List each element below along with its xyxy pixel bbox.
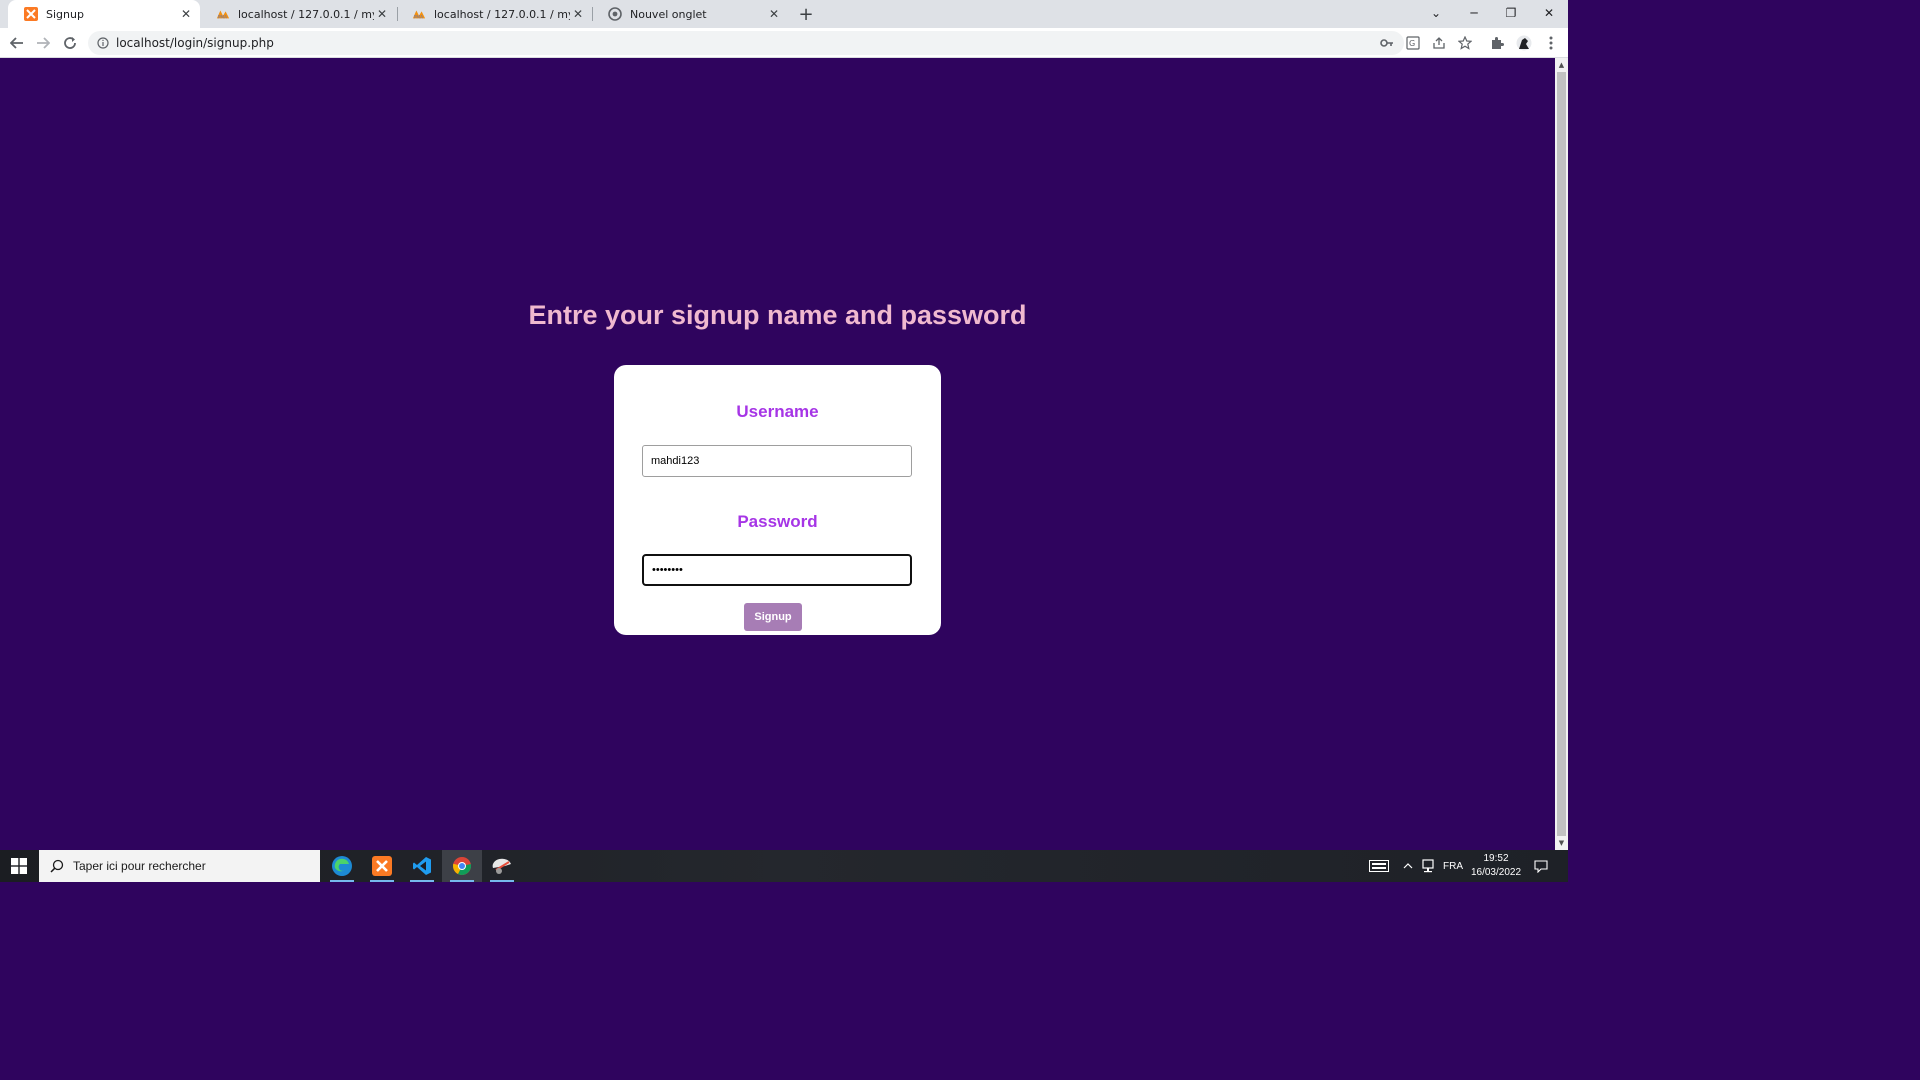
svg-text:PMA: PMA [414, 14, 423, 20]
tab-phpmyadmin-1[interactable]: PMA localhost / 127.0.0.1 / mydb / pin ✕ [200, 0, 396, 28]
notification-icon[interactable] [1530, 850, 1552, 882]
tab-title: localhost / 127.0.0.1 / mydb / pin [434, 7, 570, 21]
close-icon[interactable]: ✕ [178, 6, 194, 22]
svg-text:G: G [1409, 39, 1415, 48]
back-icon[interactable] [6, 32, 28, 54]
password-input[interactable]: •••••••• [642, 554, 912, 586]
taskbar-search[interactable]: Taper ici pour rechercher [39, 850, 320, 882]
profile-icon[interactable] [1514, 33, 1534, 53]
tab-signup[interactable]: Signup ✕ [8, 0, 200, 28]
username-label: Username [736, 402, 819, 421]
chrome-icon [608, 7, 622, 21]
clock-time: 19:52 [1483, 853, 1509, 864]
password-label: Password [737, 512, 818, 531]
browser-toolbar: localhost/login/signup.php G [0, 28, 1568, 58]
restore-button[interactable]: ❐ [1492, 0, 1530, 26]
scroll-down-arrow-icon[interactable]: ▼ [1557, 838, 1566, 848]
windows-taskbar: Taper ici pour rechercher FRA 19:52 16/0… [0, 850, 1568, 882]
network-icon[interactable] [1418, 850, 1438, 882]
signup-form: Username mahdi123 Password •••••••• Sign… [614, 365, 941, 635]
app-icon[interactable] [482, 850, 522, 882]
new-tab-button[interactable]: + [796, 4, 816, 25]
tab-title: localhost / 127.0.0.1 / mydb / pin [238, 7, 374, 21]
search-icon [49, 858, 65, 874]
translate-icon[interactable]: G [1403, 33, 1423, 53]
close-icon[interactable]: ✕ [766, 6, 782, 22]
tab-strip: Signup ✕ PMA localhost / 127.0.0.1 / myd… [0, 0, 1568, 28]
search-placeholder: Taper ici pour rechercher [73, 859, 206, 873]
keyboard-icon[interactable] [1366, 850, 1392, 882]
scrollbar-thumb[interactable] [1557, 72, 1566, 836]
key-icon[interactable] [1377, 33, 1397, 53]
close-icon[interactable]: ✕ [374, 6, 390, 22]
chrome-icon[interactable] [442, 850, 482, 882]
vscode-icon[interactable] [402, 850, 442, 882]
xampp-icon [24, 7, 38, 21]
close-icon[interactable]: ✕ [570, 6, 586, 22]
tab-title: Nouvel onglet [630, 7, 707, 21]
phpmyadmin-icon: PMA [412, 7, 426, 21]
tab-search-icon[interactable]: ⌄ [1417, 0, 1455, 26]
username-input[interactable]: mahdi123 [642, 445, 912, 477]
url-text: localhost/login/signup.php [116, 36, 274, 50]
tab-new-tab[interactable]: Nouvel onglet ✕ [592, 0, 788, 28]
site-info-icon[interactable] [96, 36, 110, 50]
tab-phpmyadmin-2[interactable]: PMA localhost / 127.0.0.1 / mydb / pin ✕ [396, 0, 592, 28]
page-scrollbar[interactable]: ▲ ▼ [1555, 58, 1568, 850]
tab-title: Signup [46, 7, 84, 21]
close-window-button[interactable]: ✕ [1530, 0, 1568, 26]
scroll-up-arrow-icon[interactable]: ▲ [1557, 60, 1566, 70]
signup-button[interactable]: Signup [744, 603, 802, 631]
reload-icon[interactable] [59, 32, 81, 54]
page-heading: Entre your signup name and password [528, 300, 1027, 330]
star-icon[interactable] [1455, 33, 1475, 53]
clock-date: 16/03/2022 [1470, 867, 1522, 878]
minimize-button[interactable]: ─ [1455, 0, 1493, 26]
chevron-up-icon[interactable] [1398, 850, 1418, 882]
page-viewport: Entre your signup name and password User… [0, 58, 1555, 850]
windows-start-button[interactable] [0, 850, 38, 882]
share-icon[interactable] [1429, 33, 1449, 53]
address-bar[interactable]: localhost/login/signup.php [88, 31, 1404, 55]
taskbar-clock[interactable]: 19:52 16/03/2022 [1462, 852, 1530, 880]
xampp-icon[interactable] [362, 850, 402, 882]
menu-icon[interactable] [1541, 33, 1561, 53]
forward-icon[interactable] [32, 32, 54, 54]
edge-icon[interactable] [322, 850, 362, 882]
extensions-icon[interactable] [1487, 33, 1507, 53]
phpmyadmin-icon: PMA [216, 7, 230, 21]
svg-text:PMA: PMA [218, 14, 227, 20]
